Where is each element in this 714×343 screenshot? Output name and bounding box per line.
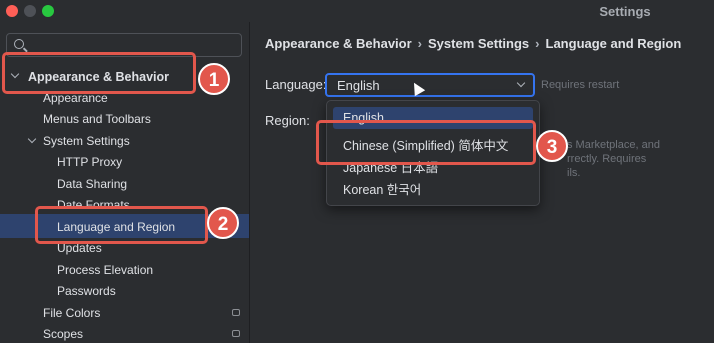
- callout-box-2: [35, 206, 208, 244]
- title-bar: Settings: [0, 0, 714, 22]
- sidebar-item-file-colors[interactable]: File Colors: [43, 303, 100, 323]
- breadcrumb-separator: ›: [535, 36, 540, 51]
- region-hint-line-1: s Marketplace, and: [567, 139, 660, 151]
- settings-content: Appearance & Behavior › System Settings › La…: [251, 22, 714, 343]
- project-level-icon: [232, 330, 240, 337]
- breadcrumb-language-region: Language and Region: [545, 36, 682, 51]
- chevron-down-icon[interactable]: [27, 135, 37, 145]
- sidebar-item-data-sharing[interactable]: Data Sharing: [57, 174, 127, 194]
- project-level-icon: [232, 309, 240, 316]
- breadcrumb-appearance-behavior[interactable]: Appearance & Behavior: [265, 36, 412, 51]
- window-title: Settings: [599, 4, 651, 19]
- close-window-button[interactable]: [6, 5, 18, 17]
- zoom-window-button[interactable]: [42, 5, 54, 17]
- language-value: English: [337, 78, 380, 93]
- language-label: Language:: [265, 77, 327, 92]
- breadcrumb: Appearance & Behavior › System Settings › La…: [265, 36, 681, 51]
- language-option-korean[interactable]: Korean 한국어: [333, 179, 533, 201]
- callout-box-1: [2, 52, 196, 94]
- sidebar-item-scopes[interactable]: Scopes: [43, 324, 83, 343]
- minimize-window-button[interactable]: [24, 5, 36, 17]
- sidebar-item-process-elevation[interactable]: Process Elevation: [57, 260, 153, 280]
- sidebar-item-system-settings[interactable]: System Settings: [43, 131, 130, 151]
- sidebar-item-http-proxy[interactable]: HTTP Proxy: [57, 152, 122, 172]
- region-hint-line-3: ils.: [567, 167, 581, 179]
- requires-restart-hint: Requires restart: [541, 79, 620, 91]
- sidebar-item-menus-toolbars[interactable]: Menus and Toolbars: [43, 109, 151, 129]
- callout-badge-3: 3: [536, 130, 568, 162]
- search-icon: [14, 39, 24, 49]
- language-combobox[interactable]: English: [325, 73, 535, 97]
- breadcrumb-system-settings[interactable]: System Settings: [428, 36, 529, 51]
- callout-box-3: [316, 120, 536, 165]
- callout-badge-1: 1: [198, 63, 230, 95]
- breadcrumb-separator: ›: [417, 36, 423, 51]
- region-hint-line-2: rrectly. Requires: [567, 153, 647, 165]
- callout-badge-2: 2: [207, 207, 239, 239]
- chevron-down-icon: [516, 78, 526, 88]
- region-label: Region:: [265, 113, 310, 128]
- sidebar-item-passwords[interactable]: Passwords: [57, 281, 116, 301]
